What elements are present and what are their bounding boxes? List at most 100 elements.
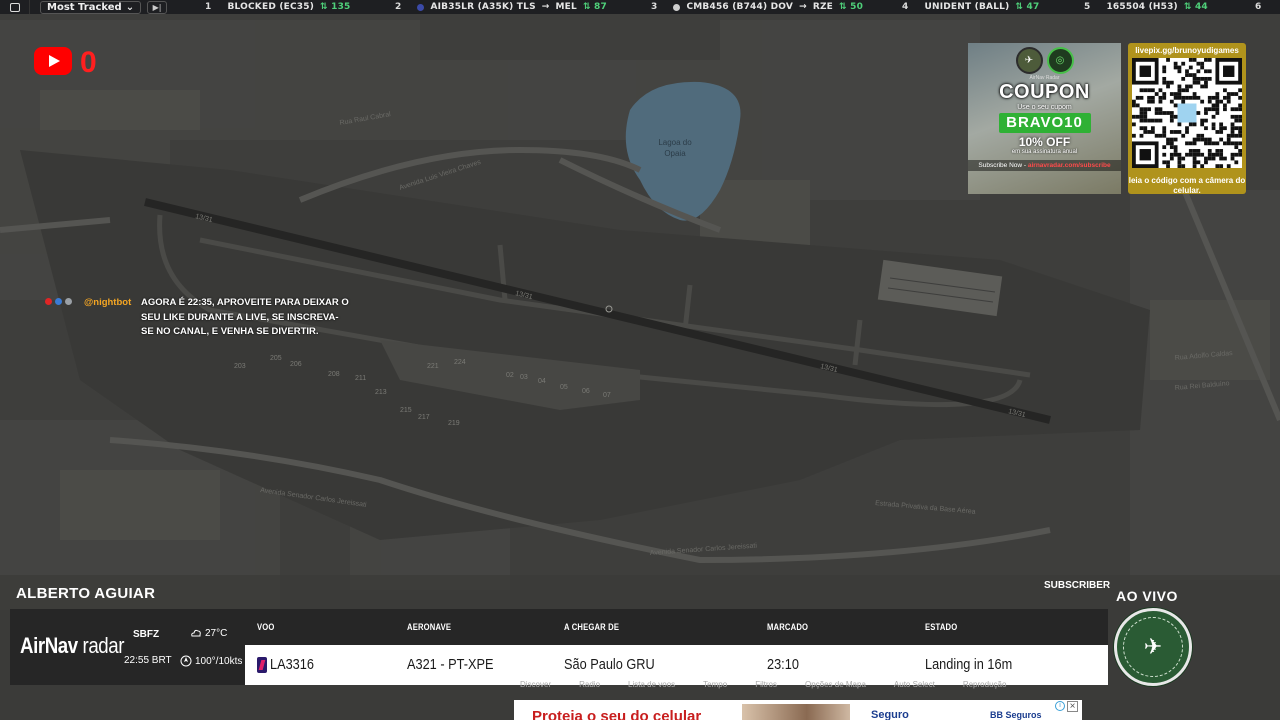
map-menu-item[interactable]: Auto Select xyxy=(894,680,935,692)
tool-badge-icon xyxy=(55,298,62,305)
stand-label: 215 xyxy=(400,407,412,414)
tracked-flight: UNIDENT (BALL) xyxy=(924,2,1010,12)
tracked-count: ⇅ 50 xyxy=(839,2,864,12)
stand-label: 03 xyxy=(520,374,528,381)
map-menu-item[interactable]: Discover xyxy=(520,680,551,692)
header-aircraft: AERONAVE xyxy=(407,622,452,632)
youtube-icon xyxy=(34,47,72,75)
tracking-icon: ⇅ xyxy=(1183,2,1195,12)
tracked-destination: MEL xyxy=(555,2,577,12)
chat-username: @nightbot xyxy=(84,297,132,308)
stand-label: 206 xyxy=(290,361,302,368)
dropdown-label: Most Tracked xyxy=(47,1,122,13)
tracked-flight-entry[interactable]: 4 UNIDENT (BALL) ⇅ 47 xyxy=(902,0,1039,14)
flight-row[interactable]: LA3316 A321 - PT-XPE São Paulo GRU 23:10… xyxy=(245,645,1108,685)
stand-label: 02 xyxy=(506,372,514,379)
tracked-count: ⇅ 44 xyxy=(1183,2,1208,12)
stand-label: 205 xyxy=(270,355,282,362)
tracked-flight-entry[interactable]: 5 165504 (H53) ⇅ 44 xyxy=(1084,0,1208,14)
map-menu-item[interactable]: Opções de Mapa xyxy=(805,680,866,692)
map-menu-item[interactable]: Tempo xyxy=(703,680,727,692)
subscriber-label: SUBSCRIBER xyxy=(1044,580,1111,591)
coupon-use-line: Use o seu cupom xyxy=(1017,104,1072,111)
coupon-code: BRAVO10 xyxy=(998,113,1091,133)
tracked-list: 1 BLOCKED (EC35) ⇅ 135 2 AIB35LR (A35K) TLS →… xyxy=(205,0,1280,14)
chat-text: AGORA É 22:35, APROVEITE PARA DEIXAR O S… xyxy=(141,297,349,337)
tracking-icon: ⇅ xyxy=(582,2,595,12)
menu-icon[interactable] xyxy=(0,0,30,14)
arrow-right-icon: → xyxy=(799,2,807,12)
wind-compass-icon xyxy=(180,655,192,667)
arrow-right-icon: → xyxy=(541,2,550,12)
coupon-title: COUPON xyxy=(999,81,1090,103)
coupon-ad[interactable]: ✈ ◎ AirNav Radar COUPON Use o seu cupom … xyxy=(968,43,1121,194)
tracked-flight: 165504 (H53) xyxy=(1106,2,1178,12)
flight-status: Landing in 16m xyxy=(925,656,1013,673)
most-tracked-bar: Most Tracked ⌄ ▶| 1 BLOCKED (EC35) ⇅ 135 2 A… xyxy=(0,0,1280,14)
banner-ad[interactable]: Proteja o seu do celular Seguro BB Segur… xyxy=(514,700,1082,720)
header-status: ESTADO xyxy=(925,622,958,632)
header-flight: VOO xyxy=(257,622,275,632)
stand-label: 203 xyxy=(234,363,246,370)
airnav-radar-logo: AirNav radar xyxy=(20,633,125,658)
ad-photo xyxy=(742,704,850,720)
airline-dot-icon xyxy=(673,3,681,11)
tracked-flight-entry[interactable]: 2 AIB35LR (A35K) TLS → MEL ⇅ 87 xyxy=(395,0,607,14)
header-from: A CHEGAR DE xyxy=(564,622,620,632)
tracked-rank: 5 xyxy=(1084,2,1091,12)
ad-headline: Proteja o seu do celular xyxy=(532,708,702,720)
tracking-icon: ⇅ xyxy=(839,2,851,12)
tracked-flight: AIB35LR (A35K) TLS xyxy=(430,2,536,12)
flight-info-panel: AirNav radar SBFZ 22:55 BRT 27°C 100°/10… xyxy=(10,609,1108,685)
tracked-rank: 2 xyxy=(395,2,402,12)
stand-label: 208 xyxy=(328,371,340,378)
map-menu: Discover Radio Lista de voos Tempo Filtros Op… xyxy=(520,680,1100,692)
tracked-flight-entry[interactable]: 1 BLOCKED (EC35) ⇅ 135 xyxy=(205,0,351,14)
streamer-name: ALBERTO AGUIAR xyxy=(16,585,156,602)
live-label: AO VIVO xyxy=(1116,588,1178,604)
map-menu-item[interactable]: Reprodução xyxy=(963,680,1007,692)
play-pause-button[interactable]: ▶| xyxy=(147,0,168,14)
coupon-discount: 10% OFF xyxy=(1018,135,1071,149)
youtube-counter: 0 xyxy=(34,44,97,78)
latam-logo-icon xyxy=(257,657,267,673)
stand-label: 217 xyxy=(418,414,430,421)
close-icon[interactable]: × xyxy=(1067,701,1078,712)
stream-root: Lagoa do Opaia Avenida Luis Vieira Chave… xyxy=(0,0,1280,720)
aircraft-type: A321 - PT-XPE xyxy=(407,656,494,673)
tracking-icon: ⇅ xyxy=(320,2,332,12)
livepix-qr[interactable]: livepix.gg/brunoyudigames leia o código … xyxy=(1128,43,1246,195)
most-tracked-dropdown[interactable]: Most Tracked ⌄ xyxy=(40,0,142,14)
tracked-count: ⇅ 135 xyxy=(320,2,351,12)
check-badge-icon xyxy=(65,298,72,305)
stand-label: 211 xyxy=(355,375,366,382)
wind: 100°/10kts xyxy=(180,655,242,667)
origin: São Paulo GRU xyxy=(564,656,655,673)
tracked-rank: 6 xyxy=(1255,2,1262,12)
chat-badges xyxy=(45,298,72,305)
tracked-flight: BLOCKED (EC35) xyxy=(227,2,315,12)
lake-label-2: Opaia xyxy=(664,149,686,158)
qr-caption: leia o código com a câmera do celular. xyxy=(1128,176,1246,195)
tracked-rank: 4 xyxy=(902,2,909,12)
flight-number: LA3316 xyxy=(270,656,314,673)
ad-info-icon[interactable]: i xyxy=(1055,701,1065,711)
tracked-count: ⇅ 87 xyxy=(582,2,607,12)
airnav-radar-logo-icon: ◎ xyxy=(1046,47,1074,74)
tracked-destination: RZE xyxy=(812,2,834,12)
tracking-icon: ⇅ xyxy=(1015,2,1027,12)
local-time: 22:55 BRT xyxy=(124,655,172,666)
map-menu-item[interactable]: Lista de voos xyxy=(628,680,675,692)
map-menu-item[interactable]: Radio xyxy=(579,680,600,692)
ad-brand: Seguro xyxy=(871,709,909,720)
airline-dot-icon xyxy=(417,3,425,11)
cloud-icon xyxy=(191,629,201,637)
tracked-flight-entry[interactable]: 6 xyxy=(1255,0,1277,14)
scheduled-time: 23:10 xyxy=(767,656,799,673)
youtube-badge-icon xyxy=(45,298,52,305)
tracked-flight-entry[interactable]: 3 CMB456 (B744) DOV → RZE ⇅ 50 xyxy=(651,0,863,14)
tracked-rank: 3 xyxy=(651,2,658,12)
map-menu-item[interactable]: Filtros xyxy=(755,680,777,692)
stand-label: 221 xyxy=(427,363,439,370)
channel-badge-icon: ✈ xyxy=(1114,608,1192,686)
